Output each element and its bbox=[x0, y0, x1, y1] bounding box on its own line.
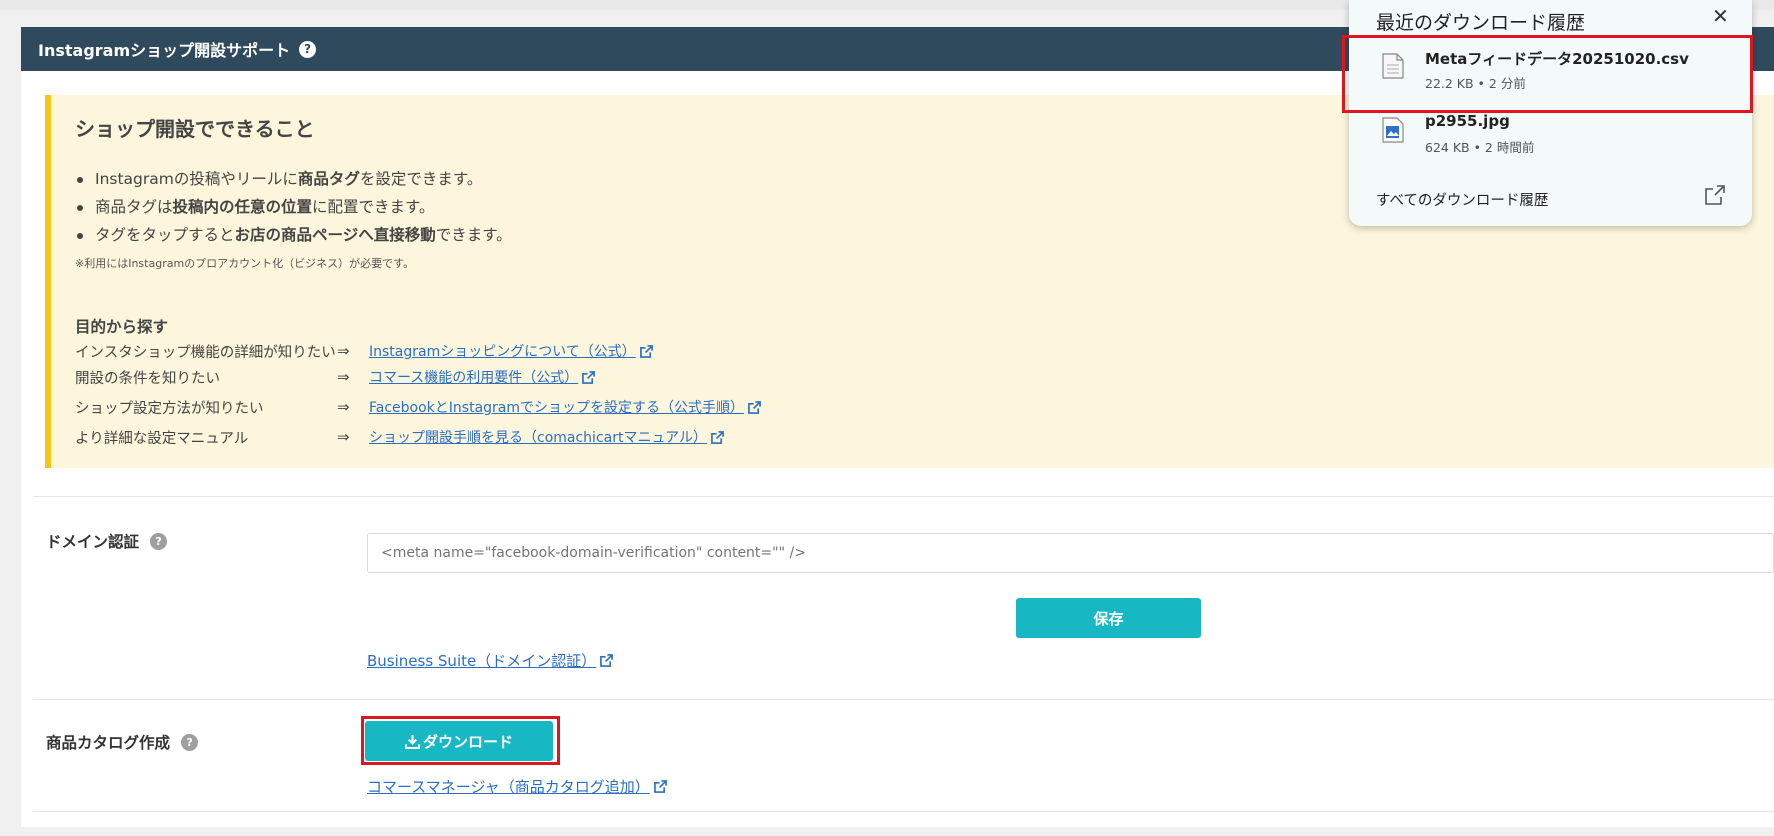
help-icon[interactable]: ? bbox=[299, 40, 317, 58]
catalog-label: 商品カタログ作成 bbox=[46, 734, 171, 752]
divider bbox=[33, 699, 1774, 700]
catalog-label-row: 商品カタログ作成 ? bbox=[46, 731, 199, 753]
arrow: ⇒ bbox=[337, 342, 350, 360]
all-downloads-link[interactable]: すべてのダウンロード履歴 bbox=[1376, 189, 1548, 210]
purpose-label: ショップ設定方法が知りたい bbox=[75, 400, 264, 417]
purpose-row: ショップ設定方法が知りたい ⇒ FacebookとInstagramでショップを… bbox=[75, 393, 761, 421]
purpose-label: より詳細な設定マニュアル bbox=[75, 430, 249, 447]
help-icon[interactable]: ? bbox=[181, 733, 199, 751]
feature-list: Instagramの投稿やリールに商品タグを設定できます。 商品タグは投稿内の任… bbox=[75, 165, 512, 249]
purpose-label: 開設の条件を知りたい bbox=[75, 370, 220, 387]
panel-title: Instagramショップ開設サポート bbox=[38, 41, 291, 60]
purpose-link[interactable]: ショップ開設手順を見る（comachicartマニュアル） bbox=[369, 427, 724, 447]
purpose-row: より詳細な設定マニュアル ⇒ ショップ開設手順を見る（comachicartマニ… bbox=[75, 423, 724, 451]
download-meta: 624 KB • 2 時間前 bbox=[1425, 140, 1535, 155]
requirement-note: ※利用にはInstagramのプロアカウント化（ビジネス）が必要です。 bbox=[75, 257, 415, 270]
list-item: Instagramの投稿やリールに商品タグを設定できます。 bbox=[75, 165, 512, 193]
purpose-row: インスタショップ機能の詳細が知りたい ⇒ Instagramショッピングについて… bbox=[75, 337, 653, 365]
list-item: 商品タグは投稿内の任意の位置に配置できます。 bbox=[75, 193, 512, 221]
domain-label-row: ドメイン認証 ? bbox=[46, 530, 168, 552]
purpose-link[interactable]: コマース機能の利用要件（公式） bbox=[369, 367, 596, 387]
external-link-icon bbox=[600, 654, 614, 667]
close-icon[interactable]: ✕ bbox=[1712, 4, 1729, 28]
download-history-title: 最近のダウンロード履歴 bbox=[1376, 12, 1586, 34]
download-history-popup: 最近のダウンロード履歴 ✕ Metaフィードデータ20251020.csv 22… bbox=[1342, 0, 1753, 226]
commerce-manager-link[interactable]: コマースマネージャ（商品カタログ追加） bbox=[367, 776, 667, 797]
external-link-icon bbox=[582, 370, 596, 384]
external-link-icon bbox=[748, 400, 761, 414]
divider bbox=[33, 496, 1774, 497]
help-icon[interactable]: ? bbox=[150, 532, 168, 550]
purpose-row: 開設の条件を知りたい ⇒ コマース機能の利用要件（公式） bbox=[75, 363, 596, 391]
download-filename: p2955.jpg bbox=[1425, 112, 1510, 130]
list-item: タグをタップするとお店の商品ページへ直接移動できます。 bbox=[75, 221, 512, 249]
info-title: ショップ開設でできること bbox=[75, 117, 315, 141]
business-suite-link[interactable]: Business Suite（ドメイン認証） bbox=[367, 650, 614, 671]
purpose-link[interactable]: FacebookとInstagramでショップを設定する（公式手順） bbox=[369, 397, 761, 417]
download-icon bbox=[404, 734, 420, 749]
external-link-icon bbox=[653, 780, 667, 793]
purpose-link[interactable]: Instagramショッピングについて（公式） bbox=[369, 341, 653, 361]
download-item[interactable]: p2955.jpg 624 KB • 2 時間前 bbox=[1349, 104, 1752, 169]
save-button[interactable]: 保存 bbox=[1016, 598, 1201, 638]
highlight-box bbox=[1342, 35, 1753, 113]
arrow: ⇒ bbox=[337, 368, 350, 386]
arrow: ⇒ bbox=[337, 428, 350, 446]
divider bbox=[33, 811, 1774, 812]
image-file-icon bbox=[1382, 117, 1404, 143]
purpose-label: インスタショップ機能の詳細が知りたい bbox=[75, 344, 336, 361]
external-link-icon bbox=[639, 344, 653, 358]
domain-label: ドメイン認証 bbox=[46, 533, 140, 551]
external-link-icon bbox=[711, 430, 724, 444]
open-external-icon[interactable] bbox=[1704, 184, 1726, 206]
purpose-title: 目的から探す bbox=[75, 318, 169, 336]
domain-verification-input[interactable] bbox=[367, 533, 1774, 573]
download-button[interactable]: ダウンロード bbox=[365, 721, 553, 761]
arrow: ⇒ bbox=[337, 398, 350, 416]
